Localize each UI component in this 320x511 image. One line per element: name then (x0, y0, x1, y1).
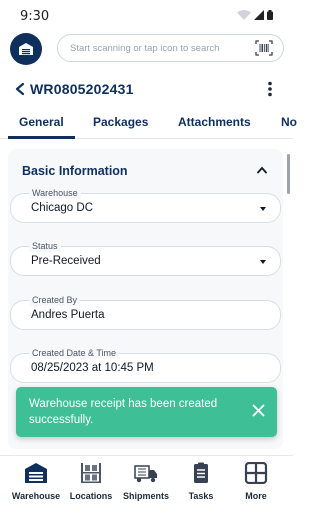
tab-bar: General Packages Attachments No (0, 108, 297, 139)
status-icons (237, 10, 273, 20)
created-date-label: Created Date & Time (29, 347, 120, 359)
status-bar: 9:30 (0, 0, 293, 30)
tab-packages[interactable]: Packages (93, 115, 148, 129)
truck-icon (134, 465, 157, 483)
nav-locations-label: Locations (69, 491, 113, 501)
caret-down-icon (260, 207, 266, 211)
signal-icon (254, 10, 264, 20)
status-value: Pre-Received (31, 255, 101, 267)
locations-icon (81, 463, 101, 483)
section-title: Basic Information (22, 164, 128, 178)
toast-message: Warehouse receipt has been created succe… (29, 398, 218, 426)
status-select[interactable]: Status Pre-Received (10, 240, 281, 276)
nav-more[interactable]: More (227, 462, 285, 508)
back-arrow-icon[interactable] (14, 82, 26, 96)
scrollbar[interactable] (287, 154, 290, 194)
created-by-field[interactable]: Created By Andres Puerta (10, 294, 281, 330)
close-icon[interactable] (252, 404, 265, 417)
warehouse-icon (25, 463, 47, 483)
nav-locations[interactable]: Locations (62, 462, 120, 508)
search-row: Start scanning or tap icon to search (10, 33, 286, 65)
warehouse-logo[interactable] (10, 33, 42, 65)
tab-notes[interactable]: No (281, 115, 297, 129)
wifi-icon (237, 10, 251, 20)
search-placeholder: Start scanning or tap icon to search (70, 43, 220, 54)
nav-warehouse-label: Warehouse (11, 491, 61, 501)
warehouse-label: Warehouse (29, 187, 81, 199)
page-title: WR0805202431 (30, 81, 134, 97)
warehouse-value: Chicago DC (31, 202, 93, 214)
grid-icon (244, 462, 268, 484)
status-label: Status (29, 240, 61, 252)
warehouse-logo-icon (19, 43, 33, 55)
nav-more-label: More (245, 491, 267, 501)
more-vert-icon[interactable] (267, 81, 273, 97)
tab-attachments[interactable]: Attachments (178, 115, 251, 129)
nav-shipments-label: Shipments (122, 491, 169, 501)
nav-tasks-label: Tasks (188, 491, 214, 501)
bottom-nav: Warehouse Locations Shipments Tasks More (0, 455, 293, 511)
barcode-scan-icon[interactable] (255, 40, 273, 56)
search-input[interactable]: Start scanning or tap icon to search (57, 34, 284, 62)
success-toast: Warehouse receipt has been created succe… (16, 387, 277, 437)
tasks-icon (194, 462, 208, 483)
status-time: 9:30 (20, 9, 50, 24)
created-date-value: 08/25/2023 at 10:45 PM (31, 362, 154, 374)
created-date-field[interactable]: Created Date & Time 08/25/2023 at 10:45 … (10, 347, 281, 383)
nav-warehouse[interactable]: Warehouse (7, 462, 65, 508)
nav-shipments[interactable]: Shipments (117, 462, 175, 508)
created-by-label: Created By (29, 294, 81, 306)
nav-tasks[interactable]: Tasks (172, 462, 230, 508)
warehouse-select[interactable]: Warehouse Chicago DC (10, 187, 281, 223)
chevron-up-icon[interactable] (257, 166, 267, 174)
tab-general[interactable]: General (19, 115, 64, 129)
created-by-value: Andres Puerta (31, 309, 105, 321)
caret-down-icon (260, 260, 266, 264)
title-row: WR0805202431 (0, 78, 293, 104)
battery-icon (267, 10, 273, 20)
